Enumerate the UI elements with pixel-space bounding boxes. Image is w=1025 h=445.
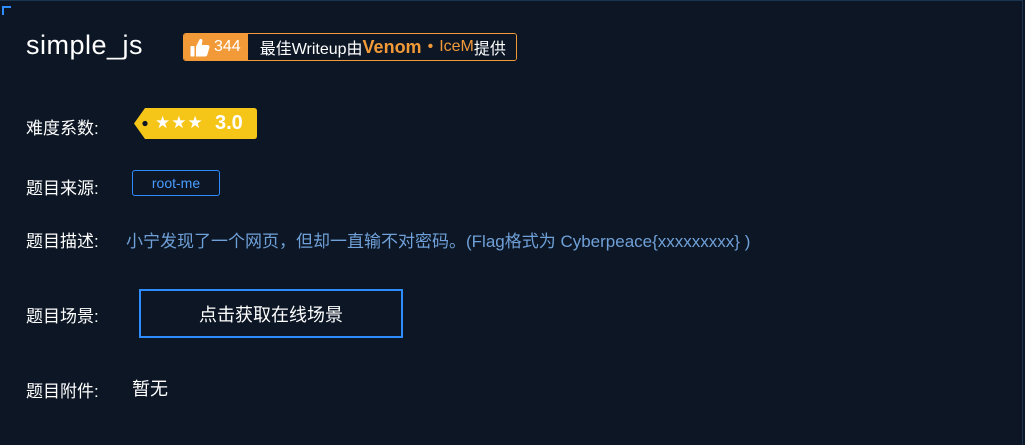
- description-label: 题目描述:: [26, 232, 99, 251]
- attachment-label: 题目附件:: [26, 382, 99, 401]
- difficulty-tag: ★★★ 3.0: [133, 107, 258, 140]
- thumbs-up-icon: [190, 38, 210, 57]
- like-count: 344: [214, 38, 241, 55]
- corner-bracket-icon: [2, 6, 11, 15]
- challenge-title: simple_js: [26, 30, 144, 60]
- difficulty-score: 3.0: [215, 112, 243, 134]
- writeup-prefix: 最佳Writeup由: [259, 41, 363, 58]
- writeup-suffix: 提供: [473, 41, 506, 58]
- difficulty-label: 难度系数:: [26, 119, 99, 138]
- source-label: 题目来源:: [26, 179, 99, 198]
- get-online-scene-button[interactable]: 点击获取在线场景: [139, 289, 403, 338]
- scene-label: 题目场景:: [26, 307, 99, 326]
- writeup-author-icem[interactable]: IceM: [439, 38, 474, 56]
- author-separator: •: [427, 38, 434, 55]
- writeup-credit: 最佳Writeup由 Venom • IceM 提供: [247, 34, 516, 60]
- attachment-value: 暂无: [132, 379, 168, 399]
- like-counter[interactable]: 344: [184, 34, 248, 60]
- writeup-author-venom[interactable]: Venom: [363, 37, 422, 58]
- source-tag[interactable]: root-me: [132, 170, 220, 196]
- difficulty-stars: ★★★: [155, 113, 204, 132]
- description-text: 小宁发现了一个网页，但却一直输不对密码。(Flag格式为 Cyberpeace{…: [126, 232, 751, 251]
- writeup-badge[interactable]: 344 最佳Writeup由 Venom • IceM 提供: [183, 33, 517, 61]
